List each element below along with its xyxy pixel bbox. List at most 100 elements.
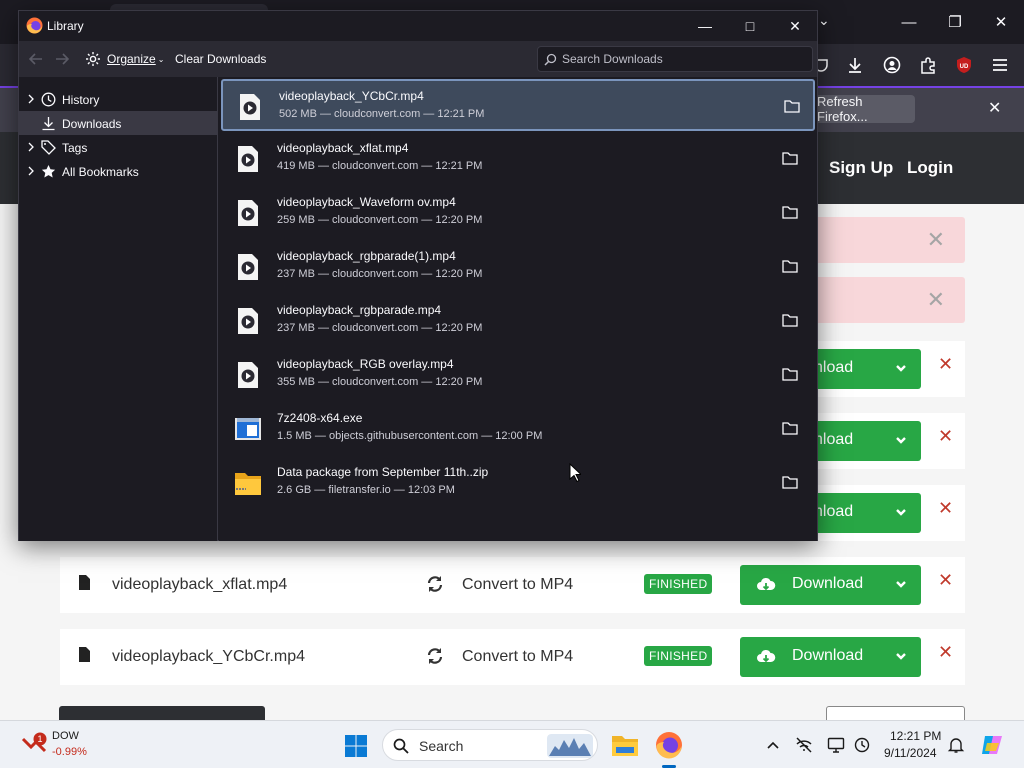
- chevron-right-icon[interactable]: [27, 94, 35, 104]
- signup-link[interactable]: Sign Up: [829, 158, 893, 178]
- network-off-icon[interactable]: [795, 736, 813, 754]
- sidebar-item-label: All Bookmarks: [62, 165, 139, 179]
- download-button[interactable]: Download: [740, 637, 921, 677]
- download-item[interactable]: videoplayback_RGB overlay.mp4 355 MB — cl…: [221, 349, 815, 401]
- library-close-icon[interactable]: ✕: [772, 11, 818, 41]
- bottom-button[interactable]: [59, 706, 265, 720]
- download-item[interactable]: 7z2408-x64.exe 1.5 MB — objects.githubuse…: [221, 403, 815, 455]
- mouse-cursor-icon: [569, 463, 581, 483]
- sidebar-item-label: Downloads: [62, 117, 122, 131]
- chevron-right-icon[interactable]: [27, 166, 35, 176]
- chevron-up-icon[interactable]: [764, 736, 782, 754]
- download-item[interactable]: Data package from September 11th..zip 2.6…: [221, 457, 815, 509]
- alert-close-icon[interactable]: ✕: [927, 287, 945, 313]
- search-downloads-input[interactable]: [562, 50, 810, 68]
- chevron-down-icon[interactable]: [895, 577, 907, 591]
- display-icon[interactable]: [827, 736, 845, 754]
- show-in-folder-icon[interactable]: [782, 259, 798, 273]
- sidebar-item-label: History: [62, 93, 100, 107]
- sidebar-item-downloads[interactable]: Downloads: [19, 111, 217, 135]
- show-in-folder-icon[interactable]: [782, 475, 798, 489]
- video-file-icon: [240, 94, 260, 120]
- cloud-download-icon: [757, 649, 776, 663]
- remove-icon[interactable]: ✕: [938, 642, 953, 663]
- chevron-down-icon[interactable]: [895, 361, 907, 375]
- close-icon[interactable]: ✕: [978, 0, 1024, 44]
- notification-bell-icon[interactable]: [947, 736, 965, 754]
- remove-icon[interactable]: ✕: [938, 498, 953, 519]
- file-name: videoplayback_YCbCr.mp4: [112, 648, 305, 665]
- remove-icon[interactable]: ✕: [938, 354, 953, 375]
- download-details: 1.5 MB — objects.githubusercontent.com —…: [277, 430, 543, 442]
- show-in-folder-icon[interactable]: [782, 367, 798, 381]
- dropdown-arrow-icon: ⌄: [157, 54, 165, 64]
- back-arrow-icon[interactable]: [27, 50, 45, 68]
- show-in-folder-icon[interactable]: [782, 151, 798, 165]
- minimize-icon[interactable]: —: [886, 0, 932, 44]
- chevron-right-icon[interactable]: [27, 142, 35, 152]
- cloud-download-icon: [757, 577, 776, 591]
- refresh-firefox-button[interactable]: Refresh Firefox...: [811, 94, 915, 124]
- menu-icon[interactable]: [982, 44, 1018, 86]
- show-in-folder-icon[interactable]: [782, 421, 798, 435]
- account-icon[interactable]: [874, 44, 910, 86]
- extensions-icon[interactable]: [910, 44, 946, 86]
- remove-icon[interactable]: ✕: [938, 426, 953, 447]
- download-details: 502 MB — cloudconvert.com — 12:21 PM: [279, 108, 485, 120]
- download-details: 355 MB — cloudconvert.com — 12:20 PM: [277, 376, 483, 388]
- clock-time[interactable]: 12:21 PM: [890, 729, 941, 743]
- library-minimize-icon[interactable]: —: [682, 11, 728, 41]
- tab-list-icon[interactable]: ⌄: [818, 12, 830, 29]
- downloads-icon[interactable]: [837, 44, 873, 86]
- download-item[interactable]: videoplayback_YCbCr.mp4 502 MB — cloudcon…: [221, 79, 815, 131]
- copilot-icon[interactable]: [980, 733, 1004, 757]
- svg-text:UD: UD: [960, 64, 969, 70]
- download-details: 237 MB — cloudconvert.com — 12:20 PM: [277, 268, 483, 280]
- sidebar-item-history[interactable]: History: [19, 87, 217, 111]
- sidebar-item-all-bookmarks[interactable]: All Bookmarks: [19, 159, 217, 183]
- show-in-folder-icon[interactable]: [784, 99, 800, 113]
- download-label: nload: [814, 431, 854, 448]
- video-file-icon: [238, 362, 258, 388]
- windows-start-icon[interactable]: [344, 734, 368, 758]
- download-filename: videoplayback_rgbparade.mp4: [277, 303, 442, 317]
- file-icon: [79, 647, 90, 662]
- bottom-button[interactable]: [826, 706, 965, 720]
- sync-settings-icon[interactable]: [853, 736, 871, 754]
- ublock-icon[interactable]: UD: [946, 44, 982, 86]
- remove-icon[interactable]: ✕: [938, 570, 953, 591]
- ticker-name: DOW: [52, 730, 79, 742]
- chevron-down-icon[interactable]: [895, 505, 907, 519]
- taskbar-search[interactable]: Search: [382, 729, 598, 761]
- show-in-folder-icon[interactable]: [782, 313, 798, 327]
- login-link[interactable]: Login: [907, 158, 953, 178]
- download-item[interactable]: videoplayback_xflat.mp4 419 MB — cloudcon…: [221, 133, 815, 185]
- zip-folder-icon: [235, 473, 261, 495]
- download-label: nload: [814, 503, 854, 520]
- search-box[interactable]: [537, 46, 813, 72]
- clock-date[interactable]: 9/11/2024: [884, 746, 937, 760]
- chevron-down-icon[interactable]: [895, 433, 907, 447]
- organize-menu[interactable]: Organize ⌄: [85, 49, 164, 69]
- file-explorer-icon[interactable]: [610, 731, 640, 759]
- notification-close-icon[interactable]: ✕: [988, 98, 1001, 118]
- file-row: videoplayback_YCbCr.mp4 Convert to MP4 F…: [60, 629, 965, 685]
- download-item[interactable]: videoplayback_rgbparade(1).mp4 237 MB — c…: [221, 241, 815, 293]
- clear-downloads-button[interactable]: Clear Downloads: [175, 52, 266, 66]
- convert-target[interactable]: Convert to MP4: [462, 648, 573, 666]
- forward-arrow-icon[interactable]: [53, 50, 71, 68]
- restore-icon[interactable]: ❐: [932, 0, 978, 44]
- video-file-icon: [238, 146, 258, 172]
- download-item[interactable]: videoplayback_Waveform ov.mp4 259 MB — cl…: [221, 187, 815, 239]
- stock-ticker-icon[interactable]: 1: [20, 731, 50, 759]
- firefox-taskbar-icon[interactable]: [654, 730, 684, 760]
- status-badge: FINISHED: [644, 574, 713, 594]
- download-button[interactable]: Download: [740, 565, 921, 605]
- chevron-down-icon[interactable]: [895, 649, 907, 663]
- show-in-folder-icon[interactable]: [782, 205, 798, 219]
- sidebar-item-tags[interactable]: Tags: [19, 135, 217, 159]
- convert-target[interactable]: Convert to MP4: [462, 576, 573, 594]
- download-item[interactable]: videoplayback_rgbparade.mp4 237 MB — clou…: [221, 295, 815, 347]
- alert-close-icon[interactable]: ✕: [927, 227, 945, 253]
- library-maximize-icon[interactable]: □: [727, 11, 773, 41]
